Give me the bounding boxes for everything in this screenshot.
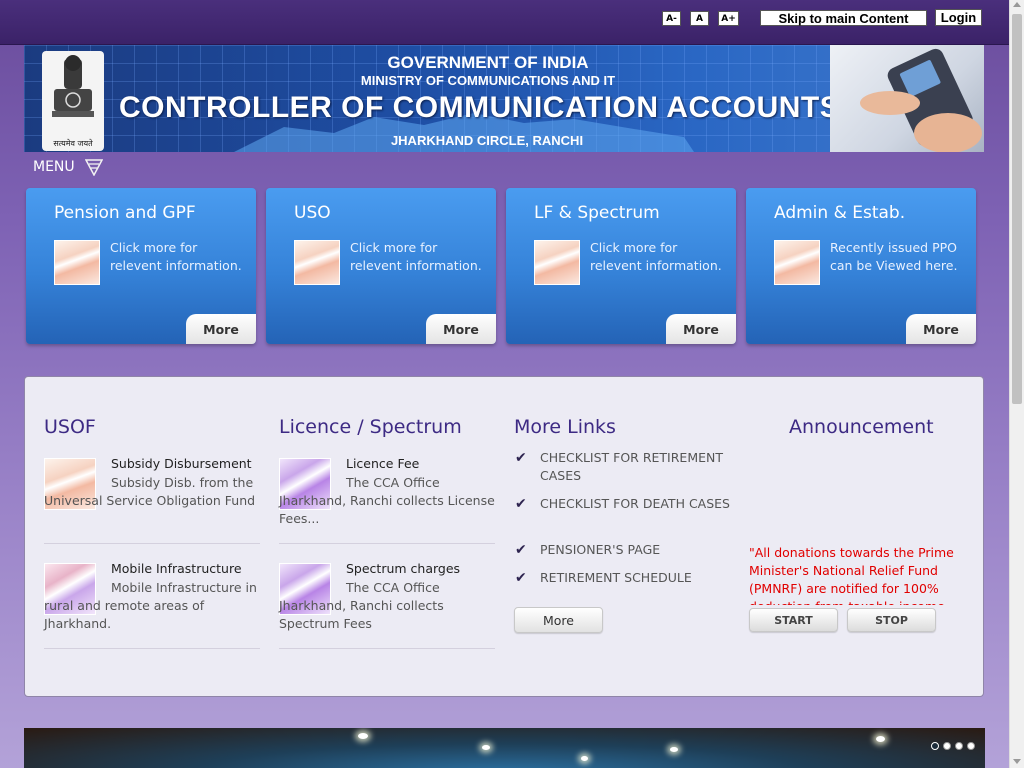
page-scrollbar[interactable] [1009,0,1024,768]
divider [44,648,260,649]
slider-dot[interactable] [955,742,963,750]
tile-description: Click more for relevent information. [350,240,482,273]
header-banner: सत्यमेव जयते GOVERNMENT OF INDIA MINISTR… [24,45,984,152]
tile-more-button[interactable]: More [666,314,736,344]
login-button[interactable]: Login [935,9,982,26]
checkmark-icon: ✔ [515,570,527,586]
checkmark-icon: ✔ [515,450,527,466]
tile-admin-estab: Admin & Estab. Recently issued PPO can b… [746,188,976,344]
divider [279,543,495,544]
announcement-heading: Announcement [789,416,934,438]
tile-more-button[interactable]: More [186,314,256,344]
menu-toggle[interactable]: MENU [33,158,103,176]
tile-lf-spectrum: LF & Spectrum Click more for relevent in… [506,188,736,344]
banner-govt-line: GOVERNMENT OF INDIA [387,53,589,72]
banner-title: CONTROLLER OF COMMUNICATION ACCOUNTS [119,91,841,124]
tile-thumbnail [774,240,820,285]
divider [44,543,260,544]
usof-heading: USOF [44,416,96,438]
announcement-ticker: "All donations towards the Prime Ministe… [749,545,954,605]
more-link-item[interactable]: ✔ CHECKLIST FOR DEATH CASES [515,495,730,513]
more-link-item[interactable]: ✔ PENSIONER'S PAGE [515,541,730,559]
font-increase-button[interactable]: A+ [718,11,739,26]
tile-thumbnail [54,240,100,285]
phone-hand-icon [860,48,982,152]
more-links-button[interactable]: More [514,607,603,633]
ceiling-light [482,745,490,750]
divider [279,648,495,649]
link-label: PENSIONER'S PAGE [540,542,661,557]
announcement-stop-button[interactable]: STOP [847,608,936,632]
announcement-start-button[interactable]: START [749,608,838,632]
licence-heading: Licence / Spectrum [279,416,462,438]
item-text: The CCA Office Jharkhand, Ranchi collect… [279,475,495,526]
scroll-up-arrow-icon[interactable] [1013,2,1021,7]
item-title-link[interactable]: Spectrum charges [346,561,460,576]
content-panel: USOF Subsidy Disbursement Subsidy Disb. … [24,376,984,697]
tile-description: Recently issued PPO can be Viewed here. [830,240,958,273]
tile-uso: USO Click more for relevent information.… [266,188,496,344]
slider-dot[interactable] [943,742,951,750]
ceiling-light [358,733,368,739]
link-label: RETIREMENT SCHEDULE [540,570,692,585]
banner-subtitle: JHARKHAND CIRCLE, RANCHI [390,133,584,148]
skip-to-content-link[interactable]: Skip to main Content [760,10,927,26]
top-bar: A- A A+ Skip to main Content Login [0,0,1010,45]
item-text: Mobile Infrastructure in rural and remot… [44,580,257,631]
ceiling-light [876,736,885,742]
item-title-link[interactable]: Mobile Infrastructure [111,561,242,576]
checkmark-icon: ✔ [515,542,527,558]
menu-dropdown-icon [84,159,103,176]
image-slider [24,728,985,768]
item-title-link[interactable]: Licence Fee [346,456,419,471]
more-links-heading: More Links [514,416,616,438]
item-text: Subsidy Disb. from the Universal Service… [44,475,256,508]
menu-label: MENU [33,159,75,175]
tile-description: Click more for relevent information. [590,240,722,273]
tile-title: LF & Spectrum [534,203,660,223]
scroll-down-arrow-icon[interactable] [1013,759,1021,764]
font-decrease-button[interactable]: A- [662,11,681,26]
tile-more-button[interactable]: More [426,314,496,344]
tile-description: Click more for relevent information. [110,240,242,273]
tile-title: USO [294,203,331,223]
tile-title: Admin & Estab. [774,203,906,223]
scrollbar-thumb[interactable] [1012,14,1022,404]
slider-dot[interactable] [967,742,975,750]
slider-dot[interactable] [931,742,939,750]
item-text: The CCA Office Jharkhand, Ranchi collect… [279,580,444,631]
tile-title: Pension and GPF [54,203,196,223]
tile-thumbnail [534,240,580,285]
slider-pagination [931,742,975,750]
font-normal-button[interactable]: A [690,11,709,26]
link-label: CHECKLIST FOR RETIREMENT CASES [540,450,723,483]
banner-ministry-line: MINISTRY OF COMMUNICATIONS AND IT [360,73,616,88]
more-link-item[interactable]: ✔ RETIREMENT SCHEDULE [515,569,730,587]
tile-more-button[interactable]: More [906,314,976,344]
item-title-link[interactable]: Subsidy Disbursement [111,456,252,471]
ceiling-light [581,756,588,761]
link-label: CHECKLIST FOR DEATH CASES [540,496,730,511]
ceiling-light [670,747,678,752]
tile-pension-gpf: Pension and GPF Click more for relevent … [26,188,256,344]
mobile-phone-image [830,45,984,152]
checkmark-icon: ✔ [515,496,527,512]
more-link-item[interactable]: ✔ CHECKLIST FOR RETIREMENT CASES [515,449,730,485]
tile-thumbnail [294,240,340,285]
